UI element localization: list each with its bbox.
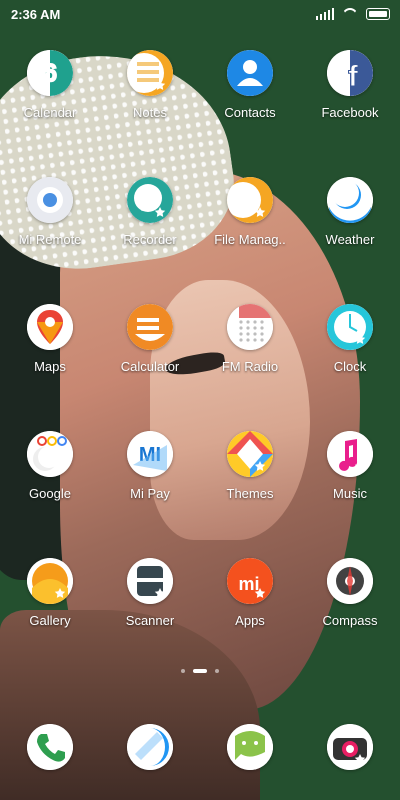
app-grid: 6 Calendar Notes Contacts f Facebook Mi Remote… xyxy=(0,50,400,685)
app-notes[interactable]: Notes xyxy=(100,50,200,177)
calculator-icon[interactable] xyxy=(127,304,173,350)
app-themes[interactable]: Themes xyxy=(200,431,300,558)
app-label: Recorder xyxy=(123,232,177,247)
calendar-icon[interactable]: 6 xyxy=(27,50,73,96)
browser-icon[interactable] xyxy=(127,724,173,770)
status-icons xyxy=(316,8,390,20)
radio-icon[interactable] xyxy=(227,304,273,350)
dock xyxy=(0,724,400,770)
themes-icon[interactable] xyxy=(227,431,273,477)
app-compass[interactable]: Compass xyxy=(300,558,400,685)
notes-icon[interactable] xyxy=(127,50,173,96)
app-row: Mi Remote Recorder File Manag.. Weather xyxy=(0,177,400,304)
contacts-icon[interactable] xyxy=(227,50,273,96)
page-dot-current[interactable] xyxy=(193,669,207,673)
music-icon[interactable] xyxy=(327,431,373,477)
app-label: Music xyxy=(333,486,367,501)
gallery-icon[interactable] xyxy=(27,558,73,604)
clock-icon[interactable] xyxy=(327,304,373,350)
app-row: Google MI Mi Pay Themes Music xyxy=(0,431,400,558)
google-icon[interactable] xyxy=(27,431,73,477)
app-label: Calendar xyxy=(23,105,77,120)
app-maps[interactable]: Maps xyxy=(0,304,100,431)
app-label: FM Radio xyxy=(221,359,279,374)
app-label: Weather xyxy=(325,232,375,247)
app-label: Clock xyxy=(333,359,367,374)
svg-text:6: 6 xyxy=(43,60,56,87)
compass-icon[interactable] xyxy=(327,558,373,604)
app-music[interactable]: Music xyxy=(300,431,400,558)
folder-icon[interactable] xyxy=(227,177,273,223)
app-weather[interactable]: Weather xyxy=(300,177,400,304)
app-apps[interactable]: mi Apps xyxy=(200,558,300,685)
status-time: 2:36 AM xyxy=(11,7,61,22)
app-row: 6 Calendar Notes Contacts f Facebook xyxy=(0,50,400,177)
dock-phone[interactable] xyxy=(0,724,100,770)
dock-browser[interactable] xyxy=(100,724,200,770)
app-gallery[interactable]: Gallery xyxy=(0,558,100,685)
app-label: Scanner xyxy=(125,613,175,628)
app-calculator[interactable]: Calculator xyxy=(100,304,200,431)
app-label: Calculator xyxy=(120,359,180,374)
app-file-manag[interactable]: File Manag.. xyxy=(200,177,300,304)
app-label: Mi Remote xyxy=(18,232,82,247)
maps-pin-icon[interactable] xyxy=(27,304,73,350)
battery-icon xyxy=(366,8,390,20)
signal-icon xyxy=(316,8,334,20)
app-row: Maps Calculator FM Radio Clock xyxy=(0,304,400,431)
weather-icon[interactable] xyxy=(327,177,373,223)
app-label: Notes xyxy=(133,105,167,120)
page-dot[interactable] xyxy=(181,669,185,673)
svg-text:mi: mi xyxy=(238,574,259,594)
camera-icon[interactable] xyxy=(327,724,373,770)
app-label: Gallery xyxy=(29,613,71,628)
app-google[interactable]: Google xyxy=(0,431,100,558)
app-mi-pay[interactable]: MI Mi Pay xyxy=(100,431,200,558)
page-indicator xyxy=(0,669,400,673)
status-bar: 2:36 AM xyxy=(0,0,400,30)
remote-icon[interactable] xyxy=(27,177,73,223)
app-row: Gallery Scanner mi Apps Compass xyxy=(0,558,400,685)
app-label: Google xyxy=(29,486,71,501)
facebook-icon[interactable]: f xyxy=(327,50,373,96)
app-label: File Manag.. xyxy=(214,232,286,247)
app-label: Contacts xyxy=(224,105,276,120)
app-label: Mi Pay xyxy=(130,486,170,501)
app-fm-radio[interactable]: FM Radio xyxy=(200,304,300,431)
dock-messaging[interactable] xyxy=(200,724,300,770)
app-calendar[interactable]: 6 Calendar xyxy=(0,50,100,177)
app-label: Maps xyxy=(34,359,66,374)
app-label: Facebook xyxy=(321,105,379,120)
recorder-icon[interactable] xyxy=(127,177,173,223)
app-label: Compass xyxy=(322,613,378,628)
dock-camera[interactable] xyxy=(300,724,400,770)
page-dot[interactable] xyxy=(215,669,219,673)
app-scanner[interactable]: Scanner xyxy=(100,558,200,685)
phone-icon[interactable] xyxy=(27,724,73,770)
app-facebook[interactable]: f Facebook xyxy=(300,50,400,177)
app-contacts[interactable]: Contacts xyxy=(200,50,300,177)
apps-store-icon[interactable]: mi xyxy=(227,558,273,604)
app-recorder[interactable]: Recorder xyxy=(100,177,200,304)
app-label: Themes xyxy=(226,486,274,501)
app-clock[interactable]: Clock xyxy=(300,304,400,431)
svg-text:f: f xyxy=(348,60,359,93)
scanner-icon[interactable] xyxy=(127,558,173,604)
app-mi-remote[interactable]: Mi Remote xyxy=(0,177,100,304)
app-label: Apps xyxy=(235,613,265,628)
messaging-icon[interactable] xyxy=(227,724,273,770)
wifi-icon xyxy=(342,8,358,20)
mipay-icon[interactable]: MI xyxy=(127,431,173,477)
